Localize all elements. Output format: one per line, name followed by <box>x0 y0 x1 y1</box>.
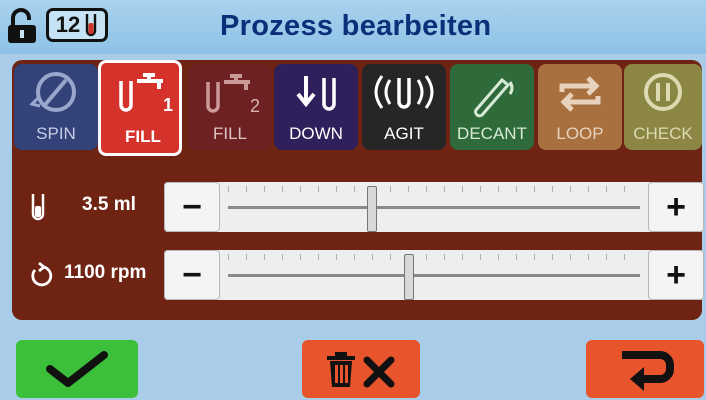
tube-count-badge: 12 <box>46 8 108 42</box>
tab-fill-2-badge: 2 <box>250 96 260 116</box>
volume-slider-track <box>228 206 640 209</box>
tab-decant[interactable]: DECANT <box>450 64 534 150</box>
step-tabs: SPIN 1 FILL 2 FILL DOWN AGIT DECANT LOOP… <box>12 60 702 156</box>
test-tube-icon <box>31 194 45 221</box>
volume-value: 3.5 ml <box>82 194 136 215</box>
checkmark-icon <box>46 351 108 387</box>
tab-check-label: CHECK <box>633 124 693 143</box>
volume-slider-ticks <box>228 186 640 192</box>
tab-fill-1-label: FILL <box>125 127 161 146</box>
tab-down[interactable]: DOWN <box>274 64 358 150</box>
fill-2-icon: 2 <box>206 74 260 116</box>
speed-slider-track <box>228 274 640 277</box>
speed-slider-ticks <box>228 254 640 260</box>
tab-spin-label: SPIN <box>36 124 76 143</box>
fill-1-icon: 1 <box>119 73 173 115</box>
down-icon <box>296 76 336 111</box>
test-tube-icon <box>86 14 97 37</box>
decant-icon <box>474 77 514 118</box>
speed-slider-thumb[interactable] <box>404 254 415 300</box>
confirm-button[interactable] <box>16 340 138 398</box>
tab-fill-2[interactable]: 2 FILL <box>188 64 272 150</box>
tab-fill-1[interactable]: 1 FILL <box>98 60 182 156</box>
pause-check-icon <box>644 73 682 111</box>
volume-slider[interactable]: − + <box>164 182 704 232</box>
tab-spin[interactable]: SPIN <box>14 64 98 150</box>
tab-check[interactable]: CHECK <box>624 64 702 150</box>
speed-row: 1100 rpm − + <box>12 246 704 302</box>
tab-loop[interactable]: LOOP <box>538 64 622 150</box>
tab-down-label: DOWN <box>289 124 343 143</box>
tab-decant-label: DECANT <box>457 124 527 143</box>
unlocked-padlock-icon[interactable] <box>6 8 38 44</box>
volume-slider-thumb[interactable] <box>367 186 378 232</box>
rotate-icon <box>31 261 53 287</box>
delete-button[interactable] <box>302 340 420 398</box>
loop-icon <box>559 76 601 112</box>
volume-increase-button[interactable]: + <box>648 182 704 232</box>
volume-decrease-button[interactable]: − <box>164 182 220 232</box>
trash-x-icon <box>327 352 395 388</box>
volume-row: 3.5 ml − + <box>12 178 704 234</box>
agitate-icon <box>374 75 434 109</box>
back-button[interactable] <box>586 340 704 398</box>
tab-fill-1-badge: 1 <box>163 95 173 115</box>
tube-count: 12 <box>55 12 81 37</box>
tab-agit[interactable]: AGIT <box>362 64 446 150</box>
tab-loop-label: LOOP <box>556 124 604 143</box>
tab-fill-2-label: FILL <box>212 124 248 143</box>
return-arrow-icon <box>622 351 674 391</box>
tab-agit-label: AGIT <box>384 124 424 143</box>
speed-value: 1100 rpm <box>64 262 147 283</box>
title-bar: 12 Prozess bearbeiten <box>0 0 706 54</box>
page-title: Prozess bearbeiten <box>220 10 492 42</box>
spin-icon <box>29 72 76 112</box>
speed-increase-button[interactable]: + <box>648 250 704 300</box>
speed-slider[interactable]: − + <box>164 250 704 300</box>
speed-decrease-button[interactable]: − <box>164 250 220 300</box>
